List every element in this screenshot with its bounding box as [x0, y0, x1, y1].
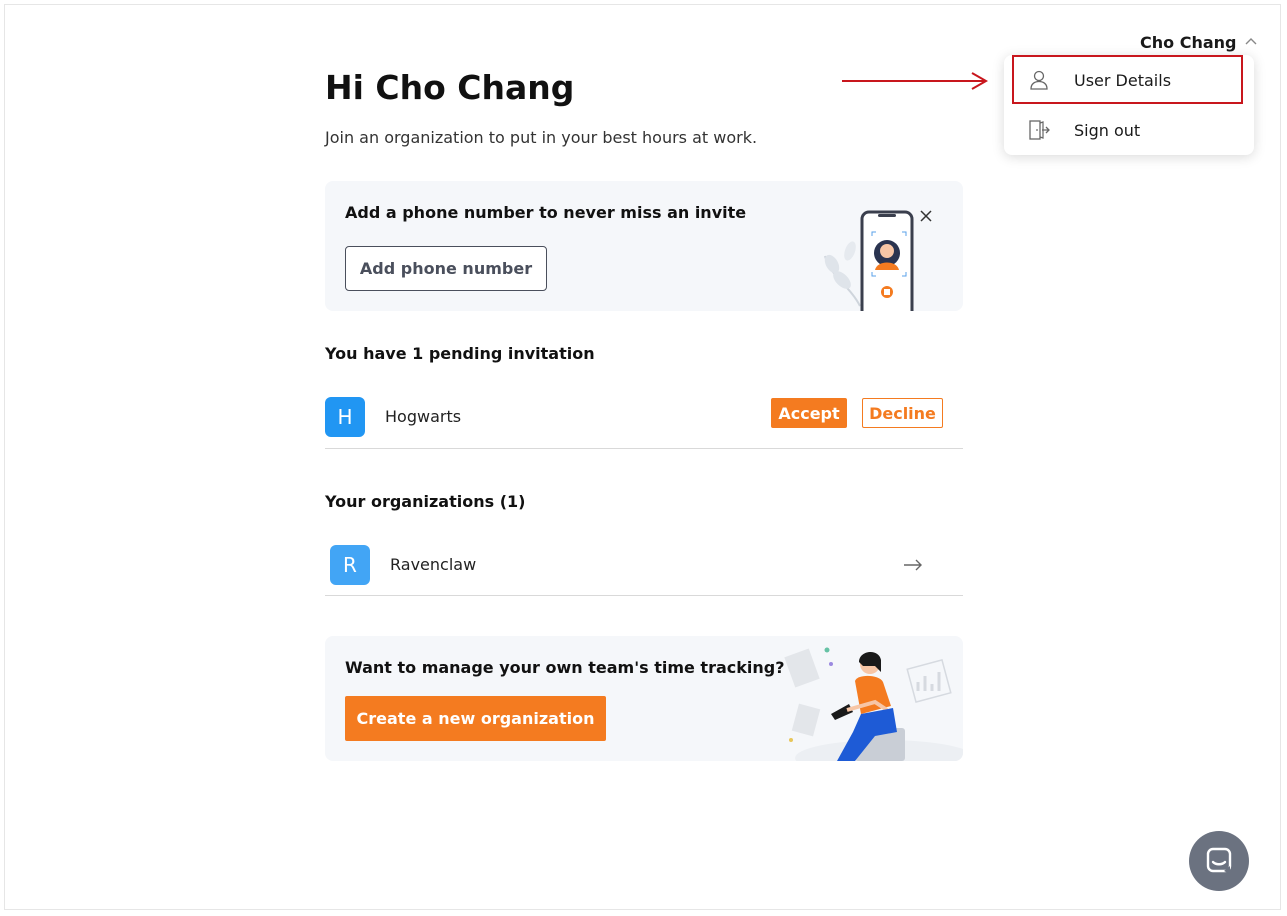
organization-name: Ravenclaw: [390, 555, 477, 574]
add-phone-card: Add a phone number to never miss an invi…: [325, 181, 963, 311]
user-name: Cho Chang: [1140, 32, 1237, 52]
menu-item-user-details[interactable]: User Details: [1004, 57, 1254, 103]
user-icon: [1030, 70, 1048, 90]
menu-item-label: User Details: [1074, 70, 1172, 90]
organizations-title: Your organizations (1): [325, 492, 526, 511]
organization-row[interactable]: R Ravenclaw: [325, 536, 963, 596]
arrow-right-icon[interactable]: [903, 557, 923, 573]
pending-invitations-title: You have 1 pending invitation: [325, 344, 595, 363]
page-title: Hi Cho Chang: [325, 68, 575, 107]
invitation-row: H Hogwarts Accept Decline: [325, 389, 963, 449]
user-menu-toggle[interactable]: Cho Chang: [1140, 31, 1258, 53]
annotation-arrow-icon: [842, 72, 989, 90]
chat-button[interactable]: [1189, 831, 1249, 891]
avatar: R: [330, 545, 370, 585]
sign-out-icon: [1029, 120, 1050, 140]
create-organization-button[interactable]: Create a new organization: [345, 696, 606, 741]
create-organization-card-title: Want to manage your own team's time trac…: [345, 658, 785, 677]
chevron-up-icon: [1245, 38, 1257, 45]
create-organization-card: Want to manage your own team's time trac…: [325, 636, 963, 761]
decline-button[interactable]: Decline: [862, 398, 943, 428]
chat-icon: [1206, 847, 1232, 874]
close-icon[interactable]: [918, 208, 934, 224]
phone-illustration: [824, 210, 914, 311]
menu-item-sign-out[interactable]: Sign out: [1004, 107, 1254, 153]
avatar: H: [325, 397, 365, 437]
add-phone-number-button[interactable]: Add phone number: [345, 246, 547, 291]
menu-item-label: Sign out: [1074, 120, 1141, 140]
page-subtitle: Join an organization to put in your best…: [325, 128, 758, 147]
accept-button[interactable]: Accept: [771, 398, 847, 428]
add-phone-card-title: Add a phone number to never miss an invi…: [345, 203, 747, 222]
person-with-laptop-illustration: [784, 647, 963, 761]
user-dropdown-menu: User Details Sign out: [1004, 55, 1254, 155]
invitation-org-name: Hogwarts: [385, 407, 462, 426]
